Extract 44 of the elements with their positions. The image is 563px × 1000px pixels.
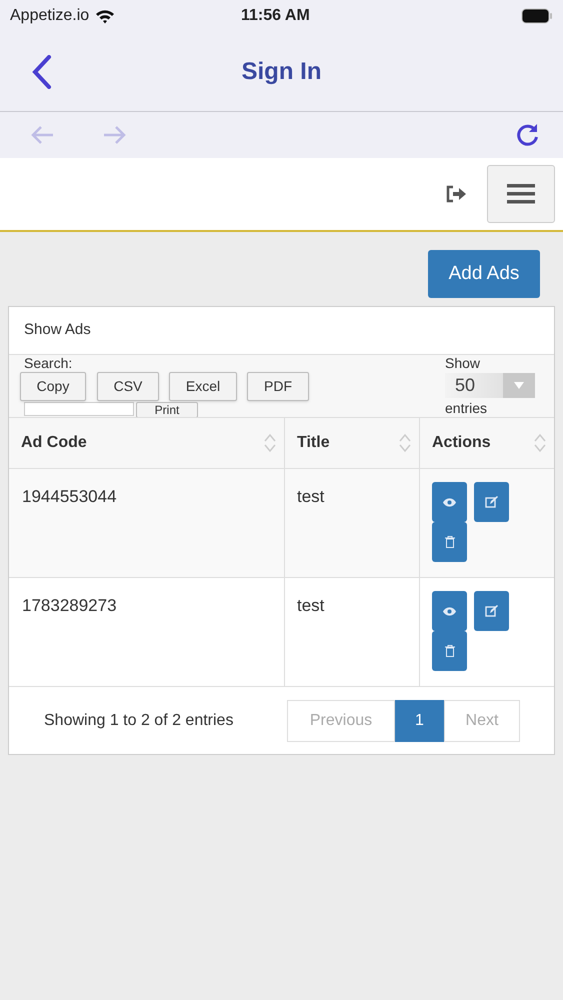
column-header[interactable]: Title <box>297 431 330 455</box>
page-button[interactable]: 1 <box>395 700 444 742</box>
eye-icon <box>443 606 456 616</box>
export-button[interactable]: Excel <box>169 372 237 401</box>
export-button[interactable]: PDF <box>247 372 309 401</box>
back-icon[interactable] <box>32 54 52 88</box>
add-ads-button[interactable]: Add Ads <box>428 250 540 298</box>
view-button[interactable] <box>432 591 467 631</box>
edit-button[interactable] <box>474 482 509 522</box>
export-button[interactable]: CSV <box>97 372 159 401</box>
table-cell: 1783289273 <box>22 596 117 615</box>
delete-button[interactable] <box>432 522 467 562</box>
carrier-name: Appetize.io <box>10 6 90 26</box>
edit-button[interactable] <box>474 591 509 631</box>
status-time: 11:56 AM <box>241 6 310 26</box>
table-cell: test <box>297 596 324 615</box>
eye-icon <box>443 498 456 506</box>
length-label: entries <box>445 400 488 416</box>
length-label: Show <box>445 355 480 371</box>
dropdown-caret-icon <box>514 382 524 389</box>
panel-heading: Show Ads <box>24 320 91 340</box>
logout-icon[interactable] <box>445 185 467 203</box>
refresh-icon[interactable] <box>515 122 541 148</box>
page-length-select[interactable]: 50 <box>445 373 535 398</box>
trash-icon <box>444 536 454 548</box>
page-title: Sign In <box>242 56 322 86</box>
menu-icon <box>507 183 535 205</box>
column-header[interactable]: Actions <box>432 431 491 455</box>
view-button[interactable] <box>432 482 467 522</box>
export-button[interactable]: Copy <box>20 372 86 401</box>
trash-icon <box>444 645 454 657</box>
battery-icon <box>521 8 553 24</box>
column-header[interactable]: Ad Code <box>21 431 87 455</box>
wifi-icon <box>95 8 116 24</box>
print-button[interactable]: Print <box>136 402 198 417</box>
table-cell: test <box>297 487 324 506</box>
edit-icon <box>485 605 498 617</box>
delete-button[interactable] <box>432 631 467 671</box>
table-cell: 1944553044 <box>22 487 117 506</box>
edit-icon <box>485 496 498 508</box>
table-info: Showing 1 to 2 of 2 entries <box>44 710 234 730</box>
search-label: Search: <box>24 355 72 371</box>
search-field[interactable] <box>24 402 134 416</box>
menu-button[interactable] <box>487 165 555 223</box>
